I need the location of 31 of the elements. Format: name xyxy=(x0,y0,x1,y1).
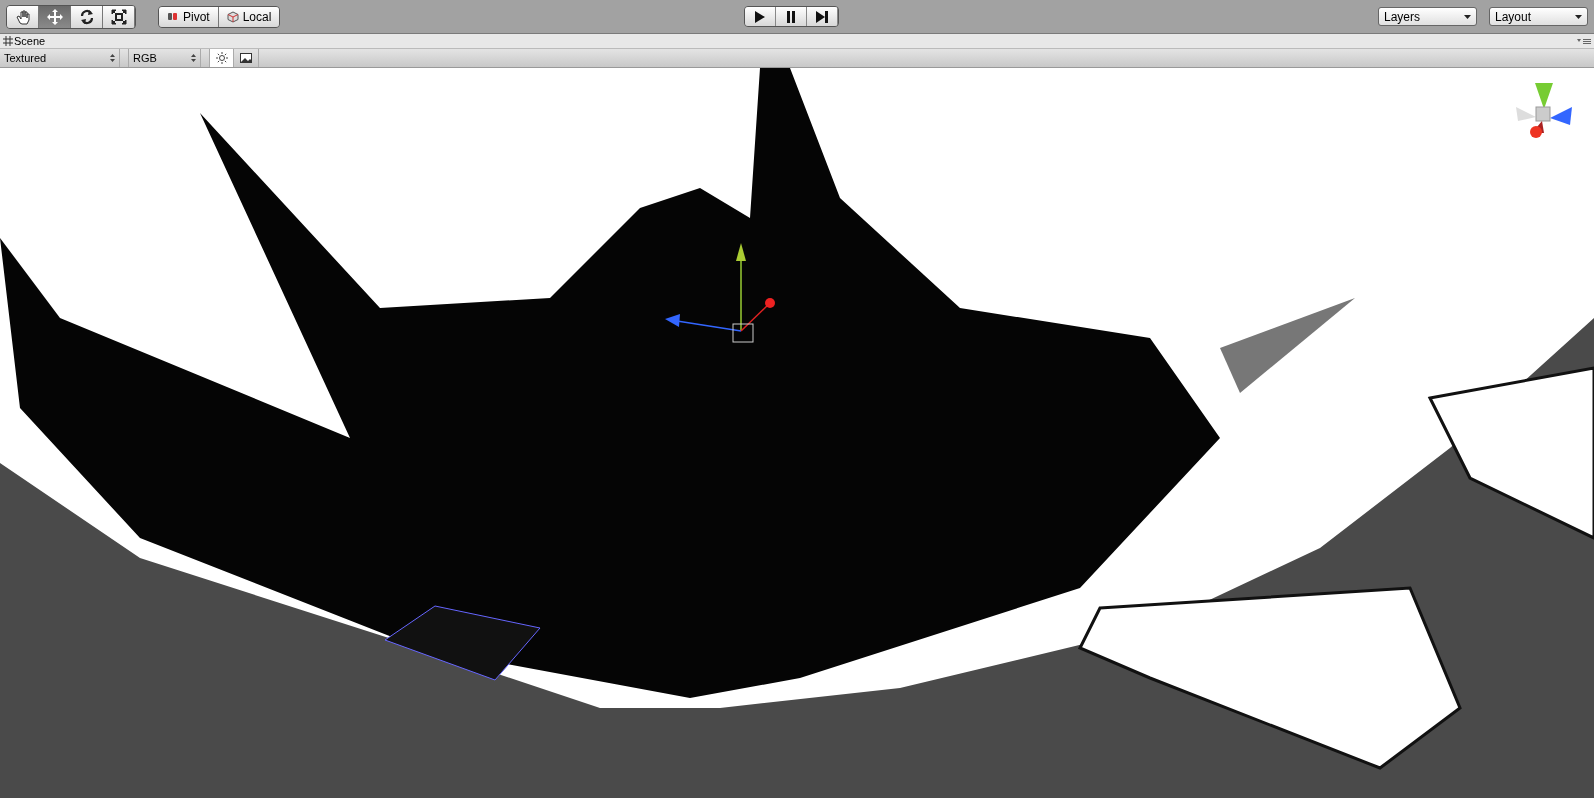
pivot-button[interactable]: Pivot xyxy=(159,6,219,27)
scene-tab[interactable]: Scene xyxy=(3,34,46,48)
sun-icon xyxy=(215,52,228,64)
rotate-tool-button[interactable] xyxy=(71,5,103,28)
stepper-icon xyxy=(110,54,115,62)
pivot-icon xyxy=(167,11,179,22)
lighting-toggle[interactable] xyxy=(209,49,234,67)
play-button[interactable] xyxy=(745,7,776,26)
step-button[interactable] xyxy=(807,7,838,26)
menu-icon[interactable] xyxy=(1577,37,1591,45)
local-button[interactable]: Local xyxy=(218,6,280,27)
move-tool-button[interactable] xyxy=(39,5,71,28)
pause-button[interactable] xyxy=(776,7,807,26)
step-icon xyxy=(814,8,830,25)
hand-icon xyxy=(14,8,31,25)
layers-dropdown[interactable]: Layers xyxy=(1378,7,1477,26)
grid-icon xyxy=(3,36,13,46)
rotate-icon xyxy=(78,8,95,25)
scale-icon xyxy=(110,8,127,25)
stepper-icon xyxy=(191,54,196,62)
cube-icon xyxy=(226,10,239,23)
move-icon xyxy=(46,8,63,25)
orientation-gizmo-icon xyxy=(1514,81,1574,139)
layout-dropdown[interactable]: Layout xyxy=(1489,7,1588,26)
hand-tool-button[interactable] xyxy=(7,5,39,28)
scale-tool-button[interactable] xyxy=(103,5,135,28)
caret-icon xyxy=(1575,14,1582,19)
draw-mode-dropdown[interactable]: Textured xyxy=(0,49,120,67)
caret-icon xyxy=(1464,14,1471,19)
image-icon xyxy=(240,53,252,63)
render-mode-dropdown[interactable]: RGB xyxy=(128,49,201,67)
